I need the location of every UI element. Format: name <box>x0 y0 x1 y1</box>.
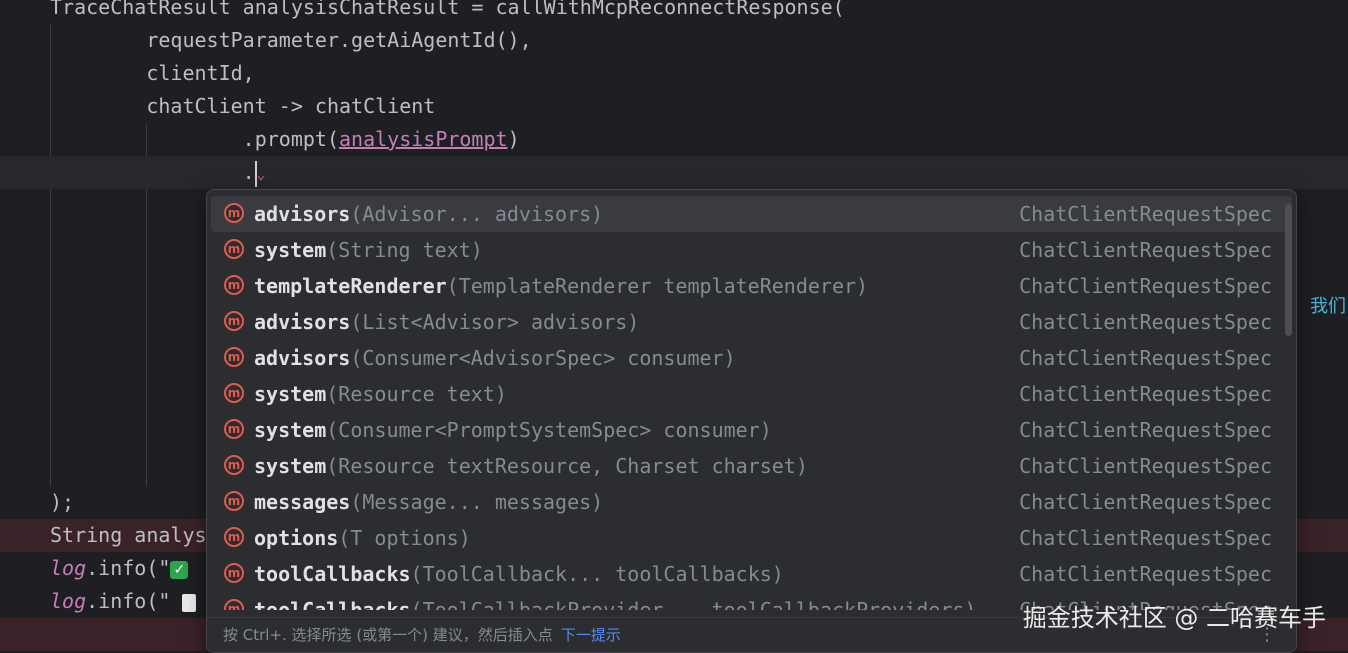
method-icon: m <box>224 383 244 403</box>
completion-item[interactable]: m advisors(List<Advisor> advisors) ChatCli… <box>207 304 1296 340</box>
method-icon: m <box>224 599 244 610</box>
completion-item[interactable]: m system(Resource textResource, Charset c… <box>207 448 1296 484</box>
method-icon: m <box>224 311 244 331</box>
code-completion-popup[interactable]: m advisors(Advisor... advisors) ChatClient… <box>206 189 1297 653</box>
method-icon: m <box>224 563 244 583</box>
method-icon: m <box>224 491 244 511</box>
code-line[interactable]: chatClient -> chatClient <box>0 90 1348 123</box>
completion-item[interactable]: m templateRenderer(TemplateRenderer templ… <box>207 268 1296 304</box>
watermark: 掘金技术社区 @ 二哈赛车手 <box>1022 604 1326 632</box>
method-icon: m <box>224 203 244 223</box>
completion-item[interactable]: m advisors(Consumer<AdvisorSpec> consumer… <box>207 340 1296 376</box>
identifier-analysis-prompt[interactable]: analysisPrompt <box>339 127 508 151</box>
completion-scrollbar[interactable] <box>1285 204 1292 336</box>
method-icon: m <box>224 455 244 475</box>
completion-item[interactable]: m toolCallbacks(ToolCallback... toolCallb… <box>207 556 1296 592</box>
completion-item[interactable]: m options(T options) ChatClientRequestSpec <box>207 520 1296 556</box>
check-mark-icon: ✓ <box>170 560 189 579</box>
method-icon: m <box>224 347 244 367</box>
completion-list[interactable]: m advisors(Advisor... advisors) ChatClient… <box>207 196 1296 610</box>
method-icon: m <box>224 419 244 439</box>
method-icon: m <box>224 527 244 547</box>
footer-hint: 按 Ctrl+. 选择所选 (或第一个) 建议，然后插入点 <box>223 626 553 644</box>
completion-item[interactable]: m system(Consumer<PromptSystemSpec> consu… <box>207 412 1296 448</box>
method-icon: m <box>224 239 244 259</box>
document-icon <box>182 593 197 612</box>
completion-item[interactable]: m system(Resource text) ChatClientRequestS… <box>207 376 1296 412</box>
code-line-current[interactable]: . ⌄ <box>0 156 1348 189</box>
code-line[interactable]: clientId, <box>0 57 1348 90</box>
error-squiggle: ⌄ <box>256 167 266 183</box>
completion-item[interactable]: m system(String text) ChatClientRequestSpe… <box>207 232 1296 268</box>
completion-item[interactable]: m advisors(Advisor... advisors) ChatClient… <box>211 196 1292 232</box>
completion-item[interactable]: m messages(Message... messages) ChatClient… <box>207 484 1296 520</box>
code-line[interactable]: requestParameter.getAiAgentId(), <box>0 24 1348 57</box>
side-text: 我们 <box>1310 296 1346 317</box>
method-icon: m <box>224 275 244 295</box>
next-tip-link[interactable]: 下一提示 <box>561 626 621 644</box>
code-line[interactable]: .prompt(analysisPrompt) <box>0 123 1348 156</box>
code-line[interactable]: TraceChatResult analysisChatResult = cal… <box>0 0 1348 24</box>
